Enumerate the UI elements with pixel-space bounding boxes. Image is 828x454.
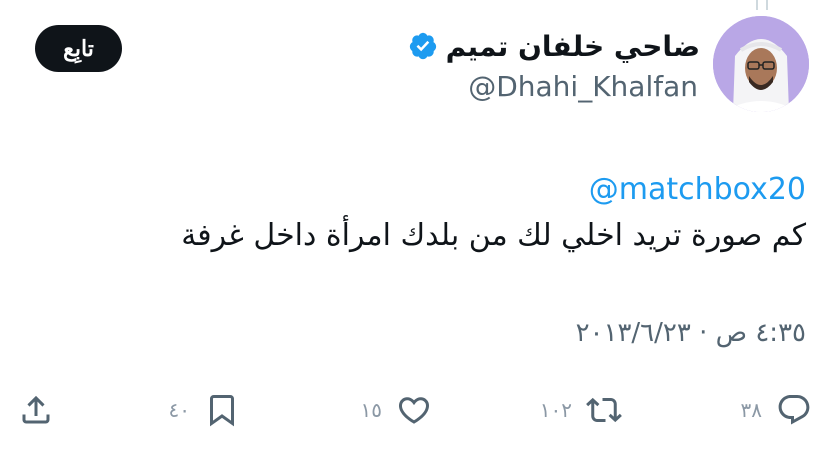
tweet-text: كم صورة تريد اخلي لك من بلدك امرأة داخل … [181,218,806,253]
bookmark-count: ٤٠ [168,398,190,422]
share-button[interactable] [18,386,54,434]
bookmark-icon [210,395,234,427]
reply-icon [778,395,810,425]
reply-button[interactable]: ٣٨ [741,386,812,434]
retweet-icon [586,397,622,423]
retweet-button[interactable]: ١٠٢ [540,386,622,434]
share-icon [22,395,50,424]
tweet-timestamp[interactable]: ٤:٣٥ ص · ٢٠١٣/٦/٢٣ [576,318,806,348]
heart-icon [398,397,430,424]
retweet-count: ١٠٢ [539,398,572,422]
author-handle[interactable]: @Dhahi_Khalfan [468,70,698,103]
author-name-row[interactable]: ضاحي خلفان تميم [408,26,700,66]
avatar[interactable] [713,16,809,112]
like-button[interactable]: ١٥ [361,386,432,434]
reply-count: ٣٨ [740,398,762,422]
mention-link[interactable]: @matchbox20 [589,172,806,207]
bookmark-button[interactable]: ٤٠ [169,386,240,434]
author-display-name[interactable]: ضاحي خلفان تميم [446,30,700,63]
verified-badge-icon [409,32,436,60]
avatar-image [713,16,809,112]
tweet-card: ضاحي خلفان تميم @Dhahi_Khalfan تابِع @ma… [0,0,828,454]
action-bar: ٣٨ ١٠٢ ١٥ ٤٠ [0,386,828,434]
follow-button[interactable]: تابِع [35,25,122,72]
more-icon[interactable] [752,0,772,14]
like-count: ١٥ [360,398,382,422]
